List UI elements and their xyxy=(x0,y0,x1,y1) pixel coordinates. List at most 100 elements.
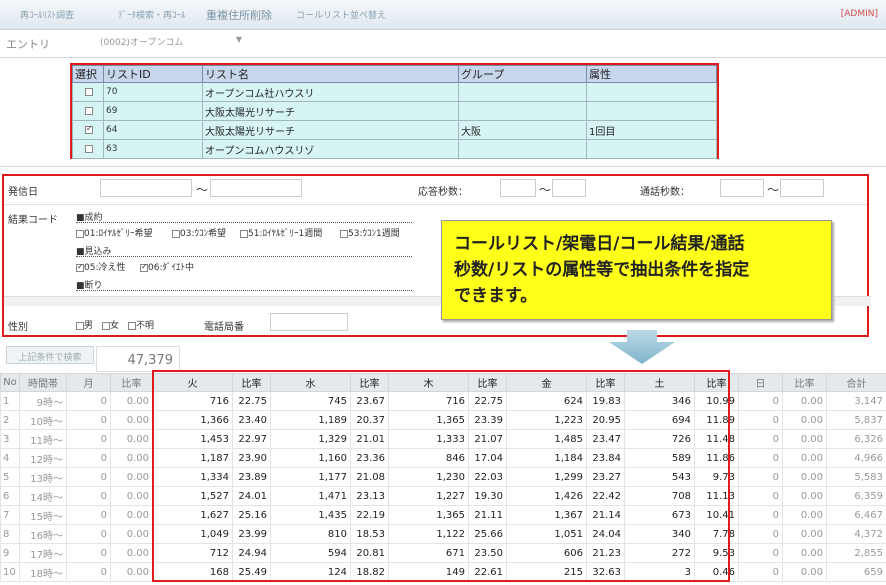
result-cell: 716 xyxy=(388,391,469,411)
divider xyxy=(0,166,886,167)
table-row: 10 18時～ 0 0.00 168 25.49 124 18.82 149 22.61 215 32… xyxy=(0,562,886,582)
row-select-checkbox[interactable] xyxy=(85,87,93,96)
result-option[interactable]: 53:ｳｺﾝ1週間 xyxy=(340,226,400,239)
table-row: 63 オープンコムハウスリゾ xyxy=(72,139,717,159)
result-cell: 0.00 xyxy=(110,467,153,487)
call-date-to-input[interactable] xyxy=(210,179,302,197)
result-cell: 124 xyxy=(270,562,351,582)
option-checkbox[interactable] xyxy=(76,321,84,330)
table-row: 64 大阪太陽光リサーチ 大阪 1回目 xyxy=(72,120,717,140)
gender-option[interactable]: 女 xyxy=(102,318,119,331)
answer-seconds-label: 応答秒数： xyxy=(418,187,468,198)
tab-call-list-sort[interactable]: コールリスト並べ替え xyxy=(296,8,386,21)
result-cell: 1,527 xyxy=(152,486,233,506)
result-cell: 1,435 xyxy=(270,505,351,525)
result-cell: 10.99 xyxy=(694,391,739,411)
col-header-group: グループ xyxy=(458,65,587,83)
option-checkbox[interactable] xyxy=(128,321,136,330)
row-select-checkbox[interactable] xyxy=(85,124,93,134)
list-group: 大阪 xyxy=(458,120,587,140)
result-cell: 673 xyxy=(624,505,695,525)
result-cell: 11.13 xyxy=(694,486,739,506)
result-cell: 9.53 xyxy=(694,543,739,563)
down-arrow-icon xyxy=(609,330,675,364)
result-option[interactable]: 01:ﾛｲﾔﾙｾﾞﾘｰ希望 xyxy=(76,226,153,239)
gender-option[interactable]: 男 xyxy=(76,318,93,331)
talk-seconds-from-input[interactable] xyxy=(720,179,764,197)
range-separator: ～ xyxy=(539,183,552,197)
time-slot: 18時～ xyxy=(19,562,67,582)
result-option[interactable]: 51:ﾛｲﾔﾙｾﾞﾘｰ1週間 xyxy=(240,226,322,239)
result-cell: 0.00 xyxy=(782,429,827,449)
result-cell: 694 xyxy=(624,410,695,430)
result-cell: 6,359 xyxy=(826,486,886,506)
list-attribute: 1回目 xyxy=(586,120,717,140)
list-attribute xyxy=(586,101,717,121)
result-cell: 215 xyxy=(506,562,587,582)
call-date-from-input[interactable] xyxy=(100,179,192,197)
time-slot: 12時～ xyxy=(19,448,67,468)
time-slot: 11時～ xyxy=(19,429,67,449)
result-cell: 1,223 xyxy=(506,410,587,430)
result-cell: 340 xyxy=(624,524,695,544)
row-number: 9 xyxy=(0,543,20,563)
option-checkbox[interactable] xyxy=(76,262,84,272)
admin-label[interactable]: [ADMIN] xyxy=(841,9,878,19)
result-cell: 23.13 xyxy=(350,486,389,506)
option-checkbox[interactable] xyxy=(340,229,348,238)
answer-seconds-from-input[interactable] xyxy=(500,179,536,197)
result-table: No 時間帯月比率火比率水比率木比率金比率土比率日比率 合計 1 9時～ 0 0.00 71… xyxy=(0,373,886,582)
result-cell: 10.41 xyxy=(694,505,739,525)
result-col-header: 合計 xyxy=(826,373,886,392)
list-id: 70 xyxy=(103,82,203,102)
answer-seconds-to-input[interactable] xyxy=(552,179,586,197)
option-checkbox[interactable] xyxy=(76,229,84,238)
result-cell: 0.00 xyxy=(110,448,153,468)
row-number: 1 xyxy=(0,391,20,411)
tab-recall-survey[interactable]: 再ｺｰﾙﾘｽﾄ調査 xyxy=(20,8,74,21)
result-cell: 1,299 xyxy=(506,467,587,487)
result-cell: 0.00 xyxy=(782,486,827,506)
tab-data-search[interactable]: ﾃﾞｰﾀ検索・再ｺｰﾙ xyxy=(118,8,186,21)
option-checkbox[interactable] xyxy=(102,321,110,330)
result-cell: 1,485 xyxy=(506,429,587,449)
result-option[interactable]: 03:ｳｺﾝ希望 xyxy=(172,226,226,239)
tab-duplicate-address-delete[interactable]: 重複住所削除 xyxy=(206,7,272,23)
entry-select[interactable]: (0002)オープンコム ▼ xyxy=(96,32,246,50)
result-cell: 0 xyxy=(66,391,111,411)
phone-office-input[interactable] xyxy=(270,313,348,331)
call-list-table: 選択 リストID リスト名 グループ 属性 70 オープンコム社ハウスリ 69 … xyxy=(70,63,719,159)
table-row: 4 12時～ 0 0.00 1,187 23.90 1,160 23.36 846 17.04 1,… xyxy=(0,448,886,468)
result-cell: 23.39 xyxy=(468,410,507,430)
result-cell: 0.00 xyxy=(782,391,827,411)
row-select-checkbox[interactable] xyxy=(85,144,93,153)
talk-seconds-to-input[interactable] xyxy=(780,179,824,197)
result-col-header: 比率 xyxy=(586,373,625,392)
result-option[interactable]: 05:冷え性 xyxy=(76,260,126,273)
result-cell: 0 xyxy=(66,562,111,582)
result-cell: 2,855 xyxy=(826,543,886,563)
result-cell: 17.04 xyxy=(468,448,507,468)
result-cell: 0 xyxy=(66,448,111,468)
result-cell: 22.75 xyxy=(232,391,271,411)
row-number: 4 xyxy=(0,448,20,468)
result-option[interactable]: 06:ﾀﾞｲｴﾄ中 xyxy=(140,260,194,273)
time-slot: 14時～ xyxy=(19,486,67,506)
gender-option[interactable]: 不明 xyxy=(128,318,154,331)
result-cell: 22.97 xyxy=(232,429,271,449)
callout-line: 秒数/リストの属性等で抽出条件を指定 xyxy=(454,260,750,280)
option-checkbox[interactable] xyxy=(172,229,180,238)
result-cell: 5,583 xyxy=(826,467,886,487)
row-select-checkbox[interactable] xyxy=(85,106,93,115)
list-group xyxy=(458,82,587,102)
row-number: 6 xyxy=(0,486,20,506)
option-checkbox[interactable] xyxy=(240,229,248,238)
divider xyxy=(76,222,412,223)
result-cell: 0 xyxy=(66,543,111,563)
time-slot: 9時～ xyxy=(19,391,67,411)
option-checkbox[interactable] xyxy=(140,262,148,272)
search-button[interactable]: 上記条件で検索 xyxy=(6,346,94,364)
callout-line: できます。 xyxy=(454,286,538,306)
table-row: 8 16時～ 0 0.00 1,049 23.99 810 18.53 1,122 25.66 1,… xyxy=(0,524,886,544)
result-cell: 22.75 xyxy=(468,391,507,411)
